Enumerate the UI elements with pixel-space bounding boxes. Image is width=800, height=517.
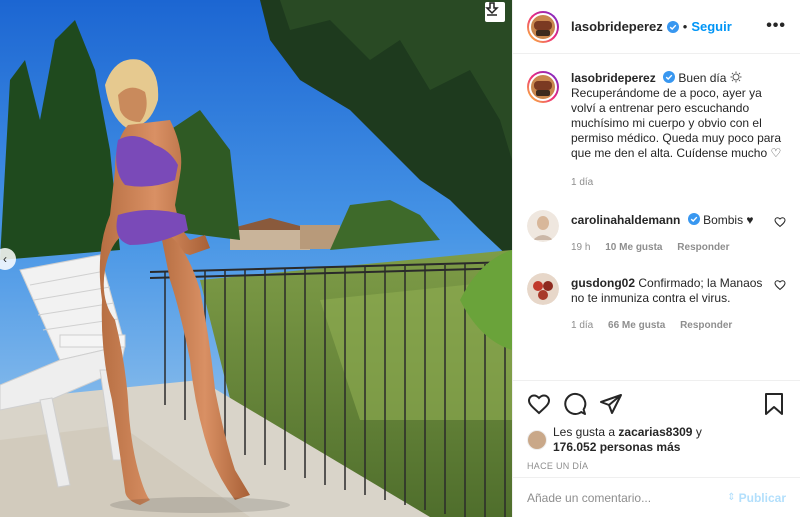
comment-bubble-icon[interactable]: [563, 392, 587, 416]
reply-button[interactable]: Responder: [677, 242, 729, 253]
comment-text: Bombis ♥: [703, 213, 754, 227]
caption: lasobrideperez Buen día Recuperándome de…: [527, 71, 786, 190]
verified-badge-icon: [663, 71, 676, 83]
post-side-panel: lasobrideperez • Seguir ••• lasobrideper…: [512, 0, 800, 517]
caption-author-avatar[interactable]: [527, 71, 559, 103]
post-date[interactable]: HACE UN DÍA: [527, 461, 786, 471]
likes-joiner: y: [695, 425, 702, 439]
comment-likes[interactable]: 10 Me gusta: [605, 242, 662, 253]
caption-text: Recuperándome de a poco, ayer ya volví a…: [571, 86, 782, 160]
liker-username[interactable]: zacarias8309: [618, 425, 692, 439]
comments-list[interactable]: lasobrideperez Buen día Recuperándome de…: [513, 55, 800, 380]
comment-input[interactable]: [527, 490, 728, 505]
download-arrow-icon: [485, 2, 499, 16]
comment-likes[interactable]: 66 Me gusta: [608, 320, 665, 331]
caption-time[interactable]: 1 día: [571, 177, 593, 188]
more-options-icon[interactable]: •••: [766, 17, 786, 35]
action-bar: [527, 387, 786, 421]
heart-icon[interactable]: [774, 216, 786, 228]
heart-icon[interactable]: [527, 392, 551, 416]
post-photo[interactable]: ‹: [0, 0, 512, 517]
comment-username[interactable]: gusdong02: [571, 276, 635, 290]
verified-badge-icon: [666, 20, 679, 33]
publish-button[interactable]: Publicar: [739, 491, 786, 505]
download-button[interactable]: [485, 2, 505, 22]
liker-avatar[interactable]: [527, 430, 547, 450]
heart-icon[interactable]: [774, 279, 786, 291]
author-avatar[interactable]: [527, 10, 559, 43]
chevron-left-icon: ‹: [3, 252, 7, 266]
reply-button[interactable]: Responder: [680, 320, 732, 331]
caption-username[interactable]: lasobrideperez: [571, 71, 656, 85]
comment-username[interactable]: carolinahaldemann: [571, 213, 680, 227]
follow-button[interactable]: Seguir: [691, 19, 731, 34]
sun-emoji-icon: [730, 71, 742, 83]
photo-illustration: [0, 0, 512, 517]
header-separator: •: [682, 19, 688, 34]
likes-summary: Les gusta a zacarias8309 y 176.052 perso…: [527, 425, 786, 455]
paper-plane-icon[interactable]: [599, 392, 623, 416]
likes-prefix: Les gusta a: [553, 425, 616, 439]
author-username[interactable]: lasobrideperez: [571, 19, 663, 34]
emoji-spinner-icon: ⇕: [727, 492, 736, 503]
caption-greeting: Buen día: [678, 71, 727, 85]
post-header: lasobrideperez • Seguir •••: [513, 0, 800, 54]
comment-item: carolinahaldemann Bombis ♥ 19 h 10 Me gu…: [527, 210, 786, 255]
add-comment-bar: ⇕ Publicar: [513, 477, 800, 517]
commenter-avatar[interactable]: [527, 273, 559, 305]
likes-count[interactable]: 176.052 personas más: [553, 440, 680, 454]
commenter-avatar[interactable]: [527, 210, 559, 242]
comment-time[interactable]: 19 h: [571, 242, 590, 253]
comment-time[interactable]: 1 día: [571, 320, 593, 331]
verified-badge-icon: [687, 213, 700, 225]
comment-item: gusdong02 Confirmado; la Manaos no te in…: [527, 273, 786, 333]
post-actions-section: Les gusta a zacarias8309 y 176.052 perso…: [513, 380, 800, 471]
bookmark-icon[interactable]: [762, 392, 786, 416]
